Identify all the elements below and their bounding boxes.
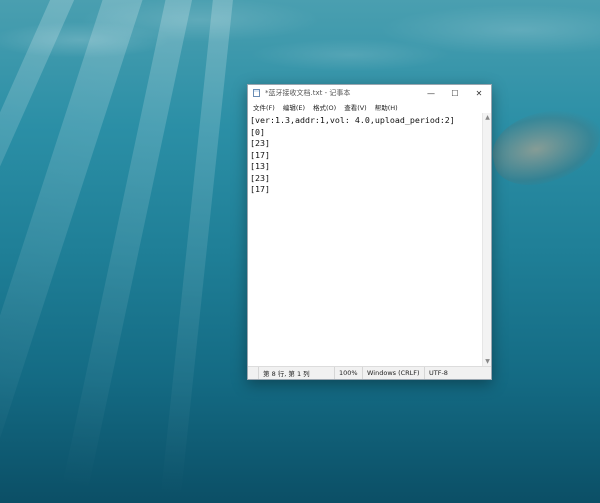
status-cursor-position: 第 8 行, 第 1 列 — [258, 367, 334, 379]
notepad-icon — [253, 89, 260, 97]
menu-format[interactable]: 格式(O) — [310, 102, 339, 112]
status-line-ending: Windows (CRLF) — [362, 367, 424, 379]
text-line: [ver:1.3,addr:1,vol: 4.0,upload_period:2… — [250, 115, 455, 125]
light-ray — [0, 0, 82, 460]
light-ray — [160, 0, 235, 499]
status-bar: 第 8 行, 第 1 列 100% Windows (CRLF) UTF-8 — [248, 366, 491, 379]
notepad-window[interactable]: *蓝牙接收文档.txt - 记事本 — ☐ ✕ 文件(F) 编辑(E) 格式(O… — [247, 84, 492, 380]
window-title: *蓝牙接收文档.txt - 记事本 — [265, 89, 351, 97]
text-line: [23] — [250, 172, 270, 183]
status-encoding: UTF-8 — [424, 367, 491, 379]
close-button[interactable]: ✕ — [467, 85, 491, 101]
menu-bar: 文件(F) 编辑(E) 格式(O) 查看(V) 帮助(H) — [248, 101, 491, 113]
minimize-button[interactable]: — — [419, 85, 443, 101]
menu-help[interactable]: 帮助(H) — [372, 102, 401, 112]
vertical-scrollbar[interactable]: ▲ ▼ — [482, 113, 491, 366]
text-line: [17] — [250, 184, 270, 194]
maximize-button[interactable]: ☐ — [443, 85, 467, 101]
status-spacer — [248, 367, 258, 379]
title-bar[interactable]: *蓝牙接收文档.txt - 记事本 — ☐ ✕ — [248, 85, 491, 101]
text-line: [0] — [250, 126, 265, 137]
menu-view[interactable]: 查看(V) — [341, 102, 370, 112]
light-ray — [0, 0, 148, 481]
text-line: [13] — [250, 161, 270, 171]
scroll-up-arrow-icon[interactable]: ▲ — [483, 113, 492, 122]
text-editor[interactable]: [ver:1.3,addr:1,vol: 4.0,upload_period:2… — [248, 113, 482, 366]
menu-file[interactable]: 文件(F) — [250, 102, 278, 112]
light-ray — [62, 0, 196, 492]
status-zoom: 100% — [334, 367, 362, 379]
text-line: [23] — [250, 138, 270, 148]
menu-edit[interactable]: 编辑(E) — [280, 102, 308, 112]
text-line: [17] — [250, 149, 270, 160]
fish-silhouette — [485, 101, 600, 193]
scroll-down-arrow-icon[interactable]: ▼ — [483, 357, 492, 366]
